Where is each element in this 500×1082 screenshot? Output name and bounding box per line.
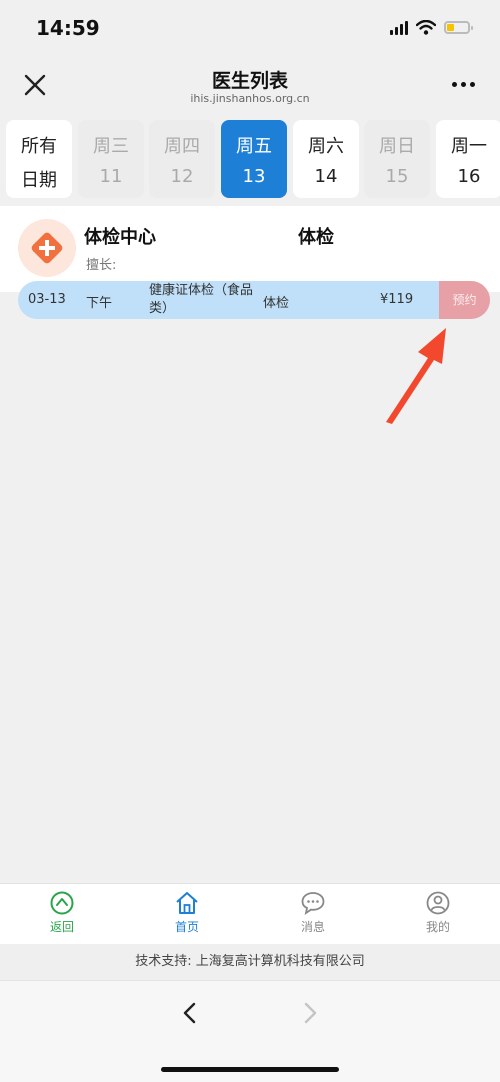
date-tab-weekday: 所有 [21,136,57,157]
status-time: 14:59 [36,16,100,40]
tab-home-label: 首页 [174,920,199,934]
slot-period: 下午 [86,296,113,311]
tab-back-label: 返回 [49,920,74,934]
page-title: 医生列表 [211,70,288,92]
annotation-arrow-icon [386,328,446,424]
medical-cross-icon [31,232,63,264]
user-icon [426,891,450,915]
doctor-card[interactable]: 体检中心 体检 擅长: [0,206,500,292]
tab-home[interactable]: 首页 [157,890,217,935]
chevron-right-icon[interactable] [296,999,324,1027]
doctor-name: 体检中心 [84,227,156,248]
date-tab-all[interactable]: 所有 日期 [6,120,72,198]
date-tab-mon[interactable]: 周一 16 [436,120,500,198]
slot-type: 体检 [263,296,290,311]
doctor-department: 体检 [298,227,334,248]
slot-price: ¥119 [380,292,414,307]
date-tab-weekday: 周三 [93,136,129,157]
date-tab-sun[interactable]: 周日 15 [364,120,430,198]
status-bar: 14:59 [0,0,500,58]
cellular-signal-icon [390,20,408,35]
date-tab-weekday: 周四 [164,136,200,157]
book-button[interactable]: 预约 [439,281,490,319]
tab-back[interactable]: 返回 [32,890,92,935]
tab-messages-label: 消息 [300,920,325,934]
tab-bar: 返回 首页 消息 我的 [0,883,500,944]
home-indicator [161,1067,339,1072]
schedule-slot[interactable]: 03-13 下午 健康证体检（食品类） 体检 ¥119 预约 [18,281,490,319]
date-tab-thu[interactable]: 周四 12 [149,120,215,198]
back-icon [50,891,74,915]
avatar [18,219,76,277]
more-options-icon[interactable] [452,76,478,92]
date-tabs: 所有 日期 周三 11 周四 12 周五 13 周六 14 周日 15 周一 1… [6,120,500,200]
message-icon [301,892,325,915]
slot-date: 03-13 [28,292,66,307]
date-tab-sat[interactable]: 周六 14 [293,120,359,198]
date-tab-date: 15 [385,166,409,187]
page-header: 医生列表 ihis.jinshanhos.org.cn [0,58,500,114]
status-icons [390,20,473,35]
slot-item: 健康证体检（食品类） [149,283,254,316]
browser-bottom-nav [0,980,500,1082]
date-tab-wed[interactable]: 周三 11 [78,120,144,198]
home-icon [176,892,198,914]
wifi-icon [416,20,436,35]
date-tab-date: 11 [99,166,123,187]
date-tab-date: 12 [170,166,194,187]
date-tab-weekday: 周一 [451,136,487,157]
date-tab-date: 13 [242,166,266,187]
support-footer: 技术支持: 上海复高计算机科技有限公司 [0,944,500,980]
date-tab-weekday: 周五 [236,136,272,157]
date-tab-weekday: 周日 [379,136,415,157]
date-tab-date: 14 [314,166,338,187]
date-tab-date: 16 [457,166,481,187]
tab-mine-label: 我的 [425,920,450,934]
tab-messages[interactable]: 消息 [283,890,343,935]
date-tab-weekday: 周六 [308,136,344,157]
chevron-left-icon[interactable] [176,999,204,1027]
date-tab-date: 日期 [21,170,57,191]
page-url: ihis.jinshanhos.org.cn [190,92,310,105]
doctor-specialty: 擅长: [86,258,117,273]
battery-icon [444,21,473,34]
date-tab-fri[interactable]: 周五 13 [221,120,287,198]
tab-mine[interactable]: 我的 [408,890,468,935]
